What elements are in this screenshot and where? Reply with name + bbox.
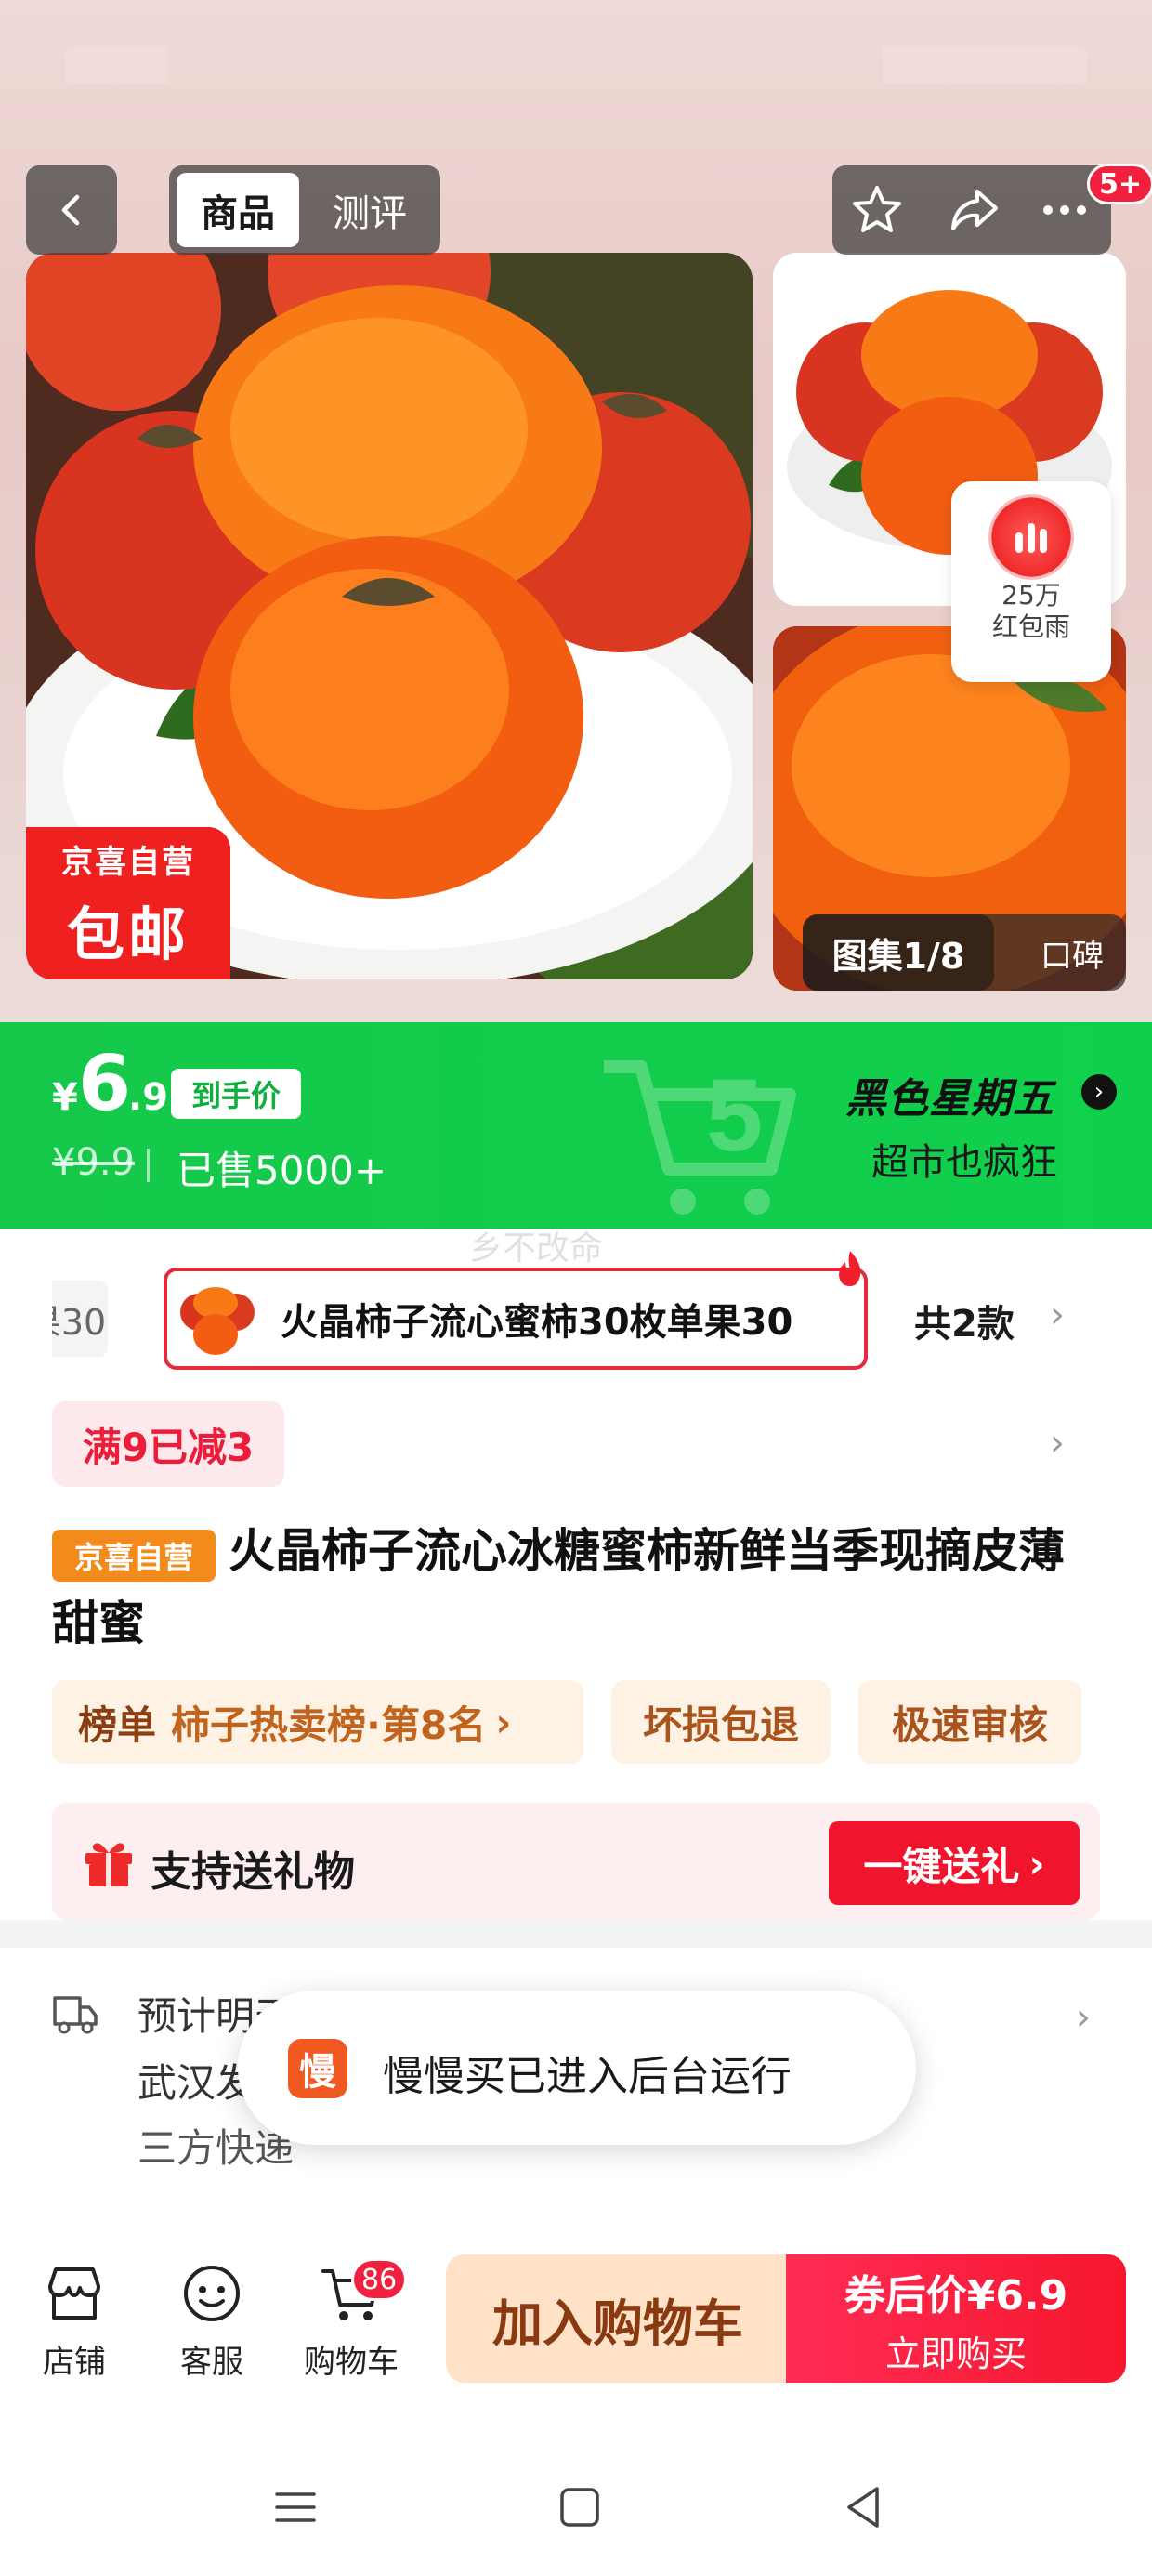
favorite-button[interactable] [845, 178, 909, 242]
event-arrow-icon[interactable]: › [1081, 1074, 1117, 1110]
toast-message: 慢慢买已进入后台运行 [383, 2053, 792, 2100]
red-packet-line1: 25万 [1001, 580, 1061, 611]
back-arrow-icon [61, 194, 80, 226]
original-price: ¥9.9 [52, 1141, 136, 1184]
store-button[interactable]: 店铺 [19, 2260, 130, 2382]
send-gift-chevron-icon: › [1028, 1840, 1045, 1886]
cart-label: 购物车 [304, 2344, 399, 2381]
share-icon [951, 190, 998, 230]
coupon-price: 券后价¥6.9 [844, 2271, 1068, 2320]
delivery-origin: 武汉发 [137, 2060, 255, 2106]
store-icon [48, 2267, 100, 2320]
home-square-icon[interactable] [552, 2479, 608, 2535]
status-bar-ghost [65, 46, 1087, 84]
back-button[interactable] [26, 165, 117, 255]
buy-now-label: 立即购买 [884, 2333, 1027, 2374]
customer-service-icon [184, 2266, 240, 2321]
back-triangle-icon[interactable] [836, 2479, 892, 2535]
message-badge: 5+ [1087, 164, 1152, 204]
tag-line1: 京喜自营 [61, 843, 195, 881]
jingxi-free-shipping-tag: 京喜自营 包邮 [26, 827, 230, 979]
rank-chip[interactable]: 榜单 柿子热卖榜·第8名 › [52, 1680, 583, 1764]
cart-decoration-icon: 5 [604, 1058, 796, 1215]
sku-chevron-icon[interactable]: › [1050, 1294, 1065, 1336]
rank-value: 柿子热卖榜·第8名 [171, 1702, 487, 1748]
discount-tag[interactable]: 满9已减3 [52, 1401, 284, 1487]
sku-option-previous[interactable]: 果30 [52, 1281, 108, 1357]
red-packet-rain-widget[interactable]: 25万 红包雨 [951, 481, 1111, 682]
sku-prev-text: 果30 [52, 1301, 107, 1343]
customer-service-button[interactable]: 客服 [156, 2260, 268, 2382]
share-button[interactable] [942, 178, 1005, 242]
bars-icon [1015, 523, 1047, 553]
damage-refund-chip[interactable]: 坏损包退 [611, 1680, 831, 1764]
gift-support-text: 支持送礼物 [151, 1848, 355, 1896]
gift-icon [85, 1843, 132, 1886]
promotion-chevron-icon[interactable]: › [1050, 1422, 1065, 1465]
price-decimal: .9 [128, 1076, 169, 1119]
add-to-cart-button[interactable]: 加入购物车 [446, 2254, 790, 2383]
red-packet-line2: 红包雨 [991, 611, 1070, 642]
red-packet-icon [988, 494, 1074, 580]
fire-icon [839, 1251, 861, 1286]
sku-thumbnail-photo [171, 1275, 260, 1362]
customer-service-label: 客服 [180, 2344, 243, 2381]
sold-count: 已售5000+ [177, 1148, 387, 1193]
star-icon [853, 186, 901, 232]
send-gift-label: 一键送礼 [863, 1843, 1020, 1889]
sku-thumbnail [171, 1275, 260, 1362]
price-currency: ¥ [52, 1076, 78, 1119]
final-price-label: 到手价 [171, 1069, 301, 1119]
menu-icon[interactable] [268, 2479, 323, 2535]
event-title[interactable]: 黑色星期五 [845, 1065, 1054, 1124]
tab-review[interactable]: 测评 [305, 173, 435, 247]
manmanmai-app-icon: 慢 [288, 2039, 347, 2098]
gallery-count-button[interactable]: 图集1/8 [803, 914, 994, 991]
sku-selected-name: 火晶柿子流心蜜柿30枚单果30 [281, 1301, 793, 1344]
svg-text:5: 5 [706, 1058, 763, 1173]
tag-line2: 包邮 [66, 900, 190, 968]
event-subtitle: 超市也疯狂 [871, 1141, 1057, 1184]
store-label: 店铺 [43, 2344, 106, 2381]
cart-count-badge: 86 [351, 2258, 408, 2301]
price-integer: 6 [78, 1040, 132, 1128]
rank-label: 榜单 [78, 1702, 157, 1748]
more-dots-icon [1043, 205, 1086, 215]
divider [147, 1149, 150, 1182]
watermark: 乡不改命 [469, 1229, 604, 1268]
rank-chevron-icon: › [495, 1699, 512, 1745]
sku-total-count[interactable]: 共2款 [914, 1294, 1015, 1347]
truck-icon [53, 1996, 98, 2034]
reviews-tab-button[interactable]: 口碑 [1018, 914, 1126, 991]
send-gift-button[interactable]: 一键送礼 › [829, 1821, 1080, 1905]
fast-review-chip[interactable]: 极速审核 [858, 1680, 1081, 1764]
delivery-chevron-icon[interactable]: › [1076, 1996, 1091, 2039]
buy-now-button[interactable]: 券后价¥6.9 立即购买 [786, 2254, 1126, 2383]
price-banner[interactable] [0, 1022, 1152, 1229]
tab-product[interactable]: 商品 [177, 173, 299, 247]
seller-tag: 京喜自营 [52, 1530, 216, 1582]
